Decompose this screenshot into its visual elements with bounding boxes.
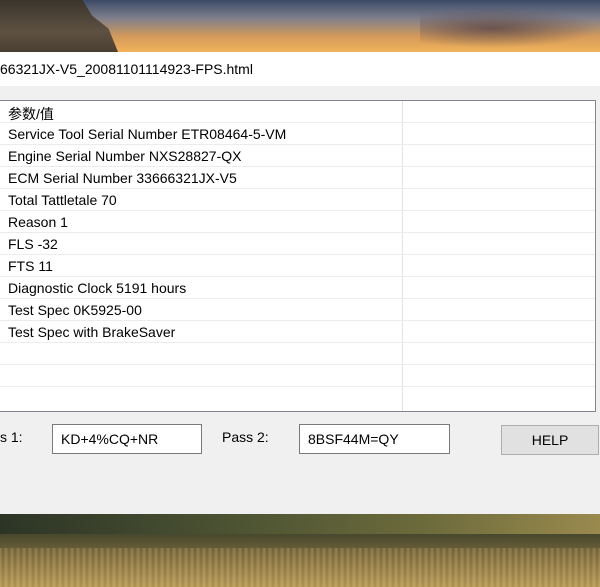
wallpaper-hills — [0, 514, 600, 534]
list-item[interactable]: Total Tattletale 70 — [0, 189, 595, 211]
list-item[interactable]: Service Tool Serial Number ETR08464-5-VM — [0, 123, 595, 145]
empty-list-row[interactable] — [0, 343, 595, 365]
desktop-wallpaper-top — [0, 0, 600, 52]
list-item[interactable]: Test Spec 0K5925-00 — [0, 299, 595, 321]
list-item[interactable]: Diagnostic Clock 5191 hours — [0, 277, 595, 299]
window-title: 66321JX-V5_20081101114923-FPS.html — [0, 61, 253, 77]
pass2-field[interactable]: 8BSF44M=QY — [299, 424, 450, 454]
pass2-label: Pass 2: — [222, 429, 269, 445]
pass1-field[interactable]: KD+4%CQ+NR — [52, 424, 202, 454]
list-item[interactable]: FLS -32 — [0, 233, 595, 255]
empty-list-row[interactable] — [0, 365, 595, 387]
list-header-row[interactable]: 参数/值 — [0, 101, 595, 123]
list-item-text: FTS 11 — [8, 258, 53, 274]
wallpaper-cloud — [420, 8, 600, 48]
app-window: 66321JX-V5_20081101114923-FPS.html 参数/值 … — [0, 52, 600, 514]
title-bar[interactable]: 66321JX-V5_20081101114923-FPS.html — [0, 52, 600, 86]
empty-list-row[interactable] — [0, 387, 595, 409]
list-item-text: FLS -32 — [8, 236, 58, 252]
list-item-text: Reason 1 — [8, 214, 68, 230]
desktop-wallpaper-bottom — [0, 514, 600, 587]
list-item-text: ECM Serial Number 33666321JX-V5 — [8, 170, 237, 186]
list-item[interactable]: ECM Serial Number 33666321JX-V5 — [0, 167, 595, 189]
list-item-text: Total Tattletale 70 — [8, 192, 117, 208]
list-item[interactable]: Test Spec with BrakeSaver — [0, 321, 595, 343]
list-item-text: Test Spec 0K5925-00 — [8, 302, 142, 318]
list-item-text: Engine Serial Number NXS28827-QX — [8, 148, 242, 164]
help-button[interactable]: HELP — [501, 425, 599, 455]
parameter-list[interactable]: 参数/值 Service Tool Serial Number ETR08464… — [0, 100, 596, 412]
list-item-text: Diagnostic Clock 5191 hours — [8, 280, 187, 296]
list-header: 参数/值 — [8, 106, 54, 122]
wallpaper-rock — [0, 0, 118, 52]
list-item[interactable]: Reason 1 — [0, 211, 595, 233]
list-item-text: Test Spec with BrakeSaver — [8, 324, 176, 340]
list-item[interactable]: FTS 11 — [0, 255, 595, 277]
list-item[interactable]: Engine Serial Number NXS28827-QX — [0, 145, 595, 167]
pass1-label: s 1: — [0, 429, 23, 445]
wallpaper-grass — [0, 548, 600, 587]
list-item-text: Service Tool Serial Number ETR08464-5-VM — [8, 126, 287, 142]
